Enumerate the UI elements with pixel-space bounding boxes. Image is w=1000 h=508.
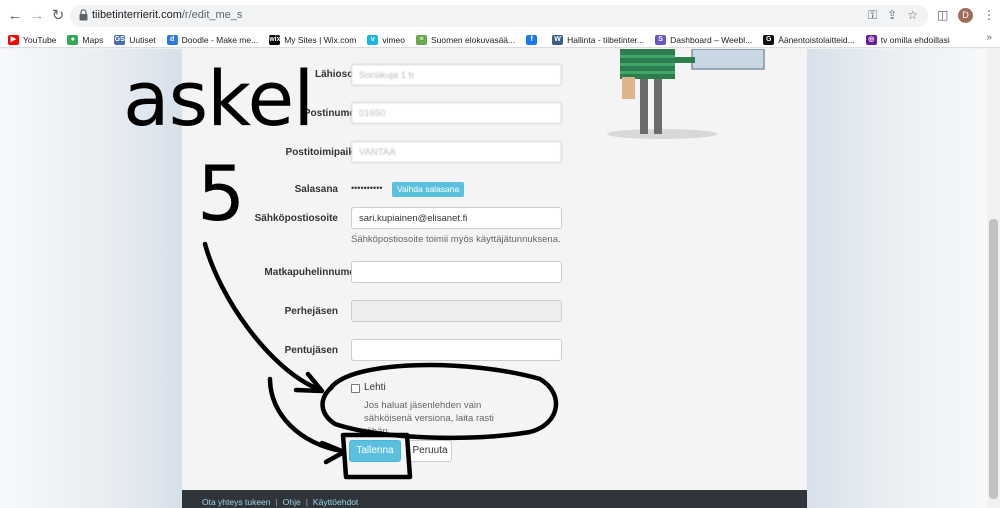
bookmark-label: My Sites | Wix.com [284, 34, 357, 45]
bookmark-item[interactable]: G Äänentoistolaitteid... [763, 34, 855, 45]
bookmark-label: Doodle - Make me... [181, 34, 259, 45]
bookmark-favicon-icon: ≡ [416, 34, 427, 45]
bookmark-favicon-icon: ◎ [865, 34, 877, 45]
bookmark-favicon-icon: GS [114, 34, 126, 45]
arrow-stroke-1 [202, 241, 321, 392]
address-bar[interactable]: tiibetinterrierit.com/r/edit_me_s ⚿ ⇪ ☆ [70, 5, 928, 27]
share-icon[interactable]: ⇪ [887, 8, 897, 23]
circle-stroke [320, 362, 559, 441]
forward-icon[interactable]: → [28, 7, 46, 25]
bookmark-label: Äänentoistolaitteid... [778, 34, 855, 45]
bookmark-item[interactable]: W Hallinta - tiibetinter... [552, 34, 645, 45]
bookmark-label: tv omilla ehdoillasi [880, 34, 950, 45]
bookmarks-more-icon[interactable]: » [986, 32, 992, 43]
browser-toolbar: ← → ↻ tiibetinterrierit.com/r/edit_me_s … [0, 0, 1000, 32]
bookmark-item[interactable]: ▶ YouTube [8, 34, 57, 45]
side-panel-icon[interactable]: ◫ [937, 8, 948, 22]
page-viewport: Lähiosoite Sorsikuja 1 b Postinumero 016… [0, 49, 1000, 508]
arrowhead-2 [319, 440, 347, 465]
star-icon[interactable]: ☆ [907, 8, 918, 23]
menu-icon[interactable]: ⋮ [983, 8, 995, 22]
bookmark-item[interactable]: wix My Sites | Wix.com [269, 34, 357, 45]
key-icon[interactable]: ⚿ [868, 8, 877, 23]
reload-icon[interactable]: ↻ [49, 7, 67, 25]
bookmark-label: vimeo [382, 34, 405, 45]
bookmarks-bar: ▶ YouTube ● Maps GS Uutiset d Doodle - Make me.… [0, 32, 1000, 48]
bookmark-favicon-icon: ▶ [8, 34, 19, 45]
bookmark-favicon-icon: f [526, 34, 538, 45]
bookmark-favicon-icon: wix [269, 34, 281, 45]
bookmark-favicon-icon: d [166, 34, 178, 45]
bookmark-favicon-icon: G [763, 34, 775, 45]
bookmark-label: YouTube [23, 34, 57, 45]
annotation-strokes [202, 241, 559, 480]
bookmark-item[interactable]: f [526, 34, 541, 45]
bookmark-item[interactable]: S Dashboard – Weebl... [655, 34, 753, 45]
box-stroke [340, 432, 413, 480]
bookmark-label: Uutiset [129, 34, 156, 45]
bookmark-item[interactable]: ≡ Suomen elokuvasää... [416, 34, 516, 45]
bookmark-favicon-icon: W [552, 34, 564, 45]
bookmark-label: Hallinta - tiibetinter... [567, 34, 645, 45]
bookmark-item[interactable]: d Doodle - Make me... [166, 34, 259, 45]
bookmark-favicon-icon: ● [67, 34, 79, 45]
avatar[interactable]: D [958, 8, 973, 23]
bookmark-item[interactable]: GS Uutiset [114, 34, 156, 45]
bookmark-label: Dashboard – Weebl... [670, 34, 753, 45]
lock-icon [79, 9, 88, 21]
bookmark-item[interactable]: ● Maps [67, 34, 104, 45]
bookmark-favicon-icon: v [367, 34, 379, 45]
url-text: tiibetinterrierit.com/r/edit_me_s [92, 9, 243, 21]
bookmark-item[interactable]: v vimeo [367, 34, 405, 45]
bookmark-favicon-icon: S [655, 34, 667, 45]
bookmark-label: Suomen elokuvasää... [431, 34, 516, 45]
bookmark-label: Maps [82, 34, 104, 45]
bookmark-item[interactable]: ◎ tv omilla ehdoillasi [865, 34, 950, 45]
back-icon[interactable]: ← [6, 7, 24, 25]
